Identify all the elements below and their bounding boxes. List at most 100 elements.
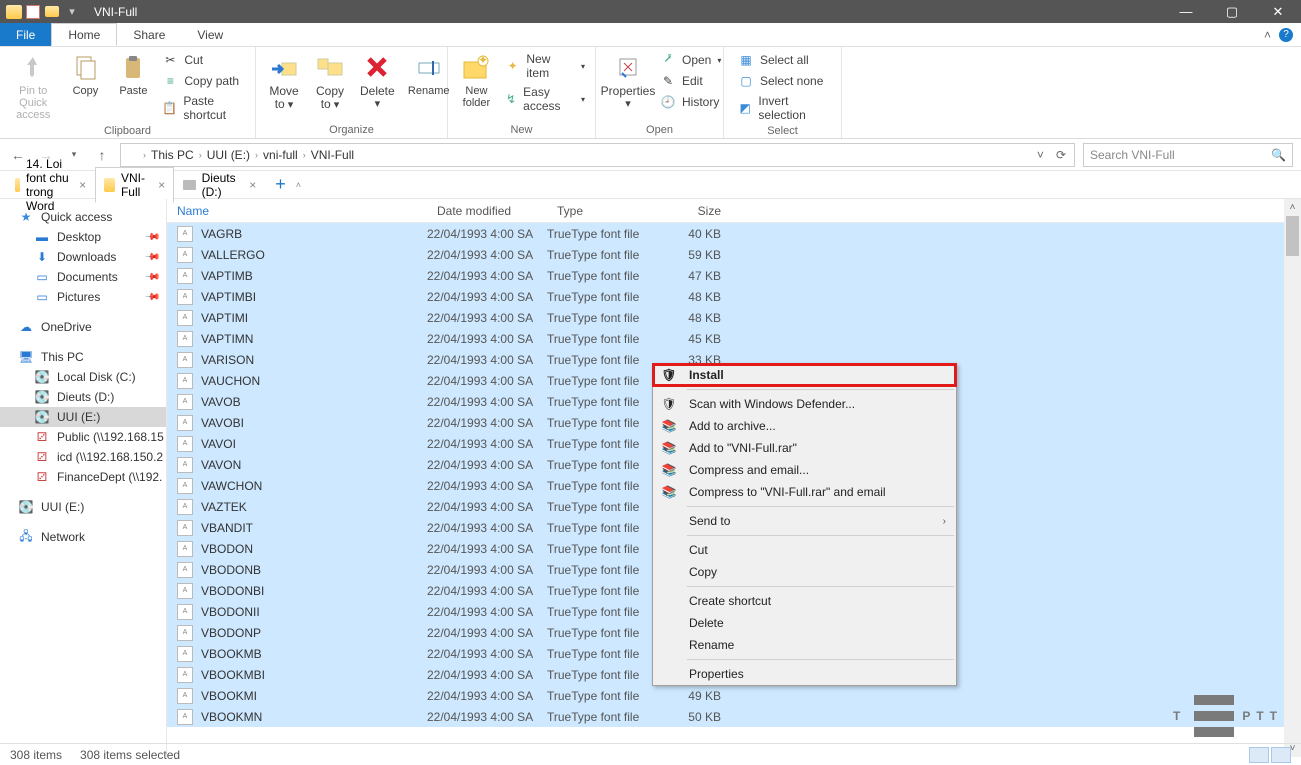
nav-onedrive[interactable]: ☁OneDrive	[0, 317, 166, 337]
ctx-compress-email[interactable]: 📚Compress and email...	[653, 459, 956, 481]
copy-button[interactable]: Copy	[62, 49, 108, 99]
file-row[interactable]: AVBOOKMI22/04/1993 4:00 SATrueType font …	[167, 685, 1301, 706]
ctx-properties[interactable]: Properties	[653, 663, 956, 685]
qat-newfolder-icon[interactable]	[44, 4, 60, 20]
search-icon[interactable]: 🔍	[1271, 148, 1286, 162]
ctx-install[interactable]: 🛡Install	[653, 364, 956, 386]
file-type: TrueType font file	[547, 458, 665, 472]
refresh-icon[interactable]: ⟳	[1052, 148, 1070, 162]
details-view-button[interactable]	[1249, 747, 1269, 763]
tab-sort-icon[interactable]: ˄	[296, 180, 1301, 190]
tab-view[interactable]: View	[181, 23, 239, 46]
file-row[interactable]: AVAGRB22/04/1993 4:00 SATrueType font fi…	[167, 223, 1301, 244]
thumbnails-view-button[interactable]	[1271, 747, 1291, 763]
nav-uui[interactable]: 💽UUI (E:)	[0, 407, 166, 427]
close-tab-icon[interactable]: ×	[79, 178, 86, 192]
file-size: 59 KB	[665, 248, 735, 262]
breadcrumb-item[interactable]: vni-full	[260, 148, 301, 162]
ribbon-tabs: File Home Share View ˄ ?	[0, 23, 1301, 47]
maximize-button[interactable]: ▢	[1209, 0, 1255, 23]
ctx-create-shortcut[interactable]: Create shortcut	[653, 590, 956, 612]
edit-button: ✎Edit	[656, 72, 725, 90]
close-button[interactable]: ✕	[1255, 0, 1301, 23]
qat-properties-icon[interactable]	[26, 5, 40, 19]
select-none-button[interactable]: ▢Select none	[734, 72, 835, 90]
breadcrumb-item[interactable]: UUI (E:)	[204, 148, 253, 162]
ribbon-collapse-icon[interactable]: ˄	[1264, 28, 1271, 42]
close-tab-icon[interactable]: ×	[249, 178, 256, 192]
nav-desktop[interactable]: ▬Desktop📌	[0, 227, 166, 247]
help-icon[interactable]: ?	[1279, 28, 1293, 42]
file-date: 22/04/1993 4:00 SA	[427, 311, 547, 325]
cut-button[interactable]: ✂Cut	[158, 51, 249, 69]
select-all-button[interactable]: ▦Select all	[734, 51, 835, 69]
nav-quickaccess[interactable]: ★Quick access	[0, 207, 166, 227]
nav-dieuts[interactable]: 💽Dieuts (D:)	[0, 387, 166, 407]
rename-button[interactable]: Rename	[403, 49, 455, 99]
col-type[interactable]: Type	[547, 204, 665, 218]
ctx-send-to[interactable]: Send to›	[653, 510, 956, 532]
open-button[interactable]: ⭷Open ▾	[656, 51, 725, 69]
ctx-scan-defender[interactable]: 🛡Scan with Windows Defender...	[653, 393, 956, 415]
file-row[interactable]: AVAPTIMBI22/04/1993 4:00 SATrueType font…	[167, 286, 1301, 307]
easy-access-button[interactable]: ↯Easy access ▾	[501, 84, 589, 114]
col-size[interactable]: Size	[665, 204, 735, 218]
copy-path-button[interactable]: ≡Copy path	[158, 72, 249, 90]
nav-documents[interactable]: ▭Documents📌	[0, 267, 166, 287]
ctx-rename[interactable]: Rename	[653, 634, 956, 656]
invert-selection-button[interactable]: ◩Invert selection	[734, 93, 835, 123]
address-bar[interactable]: › This PC› UUI (E:)› vni-full› VNI-Full …	[120, 143, 1075, 167]
ctx-delete[interactable]: Delete	[653, 612, 956, 634]
nav-network[interactable]: 🖧Network	[0, 527, 166, 547]
col-name[interactable]: Name	[167, 204, 427, 218]
nav-downloads[interactable]: ⬇Downloads📌	[0, 247, 166, 267]
nav-finance[interactable]: ⚂FinanceDept (\\192.	[0, 467, 166, 487]
file-row[interactable]: AVAPTIMB22/04/1993 4:00 SATrueType font …	[167, 265, 1301, 286]
nav-uui-2[interactable]: 💽UUI (E:)	[0, 497, 166, 517]
file-row[interactable]: AVBOOKMN22/04/1993 4:00 SATrueType font …	[167, 706, 1301, 727]
add-tab-button[interactable]: +	[265, 174, 296, 195]
file-size: 49 KB	[665, 689, 735, 703]
delete-button[interactable]: Delete▾	[354, 49, 401, 112]
ribbon: Pin to Quick access Copy Paste ✂Cut ≡Cop…	[0, 47, 1301, 139]
paste-button[interactable]: Paste	[110, 49, 156, 99]
tab-file[interactable]: File	[0, 23, 51, 46]
copy-to-button[interactable]: Copy to ▾	[308, 49, 352, 113]
ctx-add-rar[interactable]: 📚Add to "VNI-Full.rar"	[653, 437, 956, 459]
breadcrumb-item[interactable]: This PC	[148, 148, 197, 162]
ctx-compress-rar-email[interactable]: 📚Compress to "VNI-Full.rar" and email	[653, 481, 956, 503]
nav-public[interactable]: ⚂Public (\\192.168.15	[0, 427, 166, 447]
qat-dropdown-icon[interactable]: ▾	[64, 4, 80, 20]
file-row[interactable]: AVAPTIMN22/04/1993 4:00 SATrueType font …	[167, 328, 1301, 349]
ctx-add-archive[interactable]: 📚Add to archive...	[653, 415, 956, 437]
ctx-cut[interactable]: Cut	[653, 539, 956, 561]
search-input[interactable]: Search VNI-Full 🔍	[1083, 143, 1293, 167]
nav-thispc[interactable]: 🖥This PC	[0, 347, 166, 367]
address-dropdown-icon[interactable]: ˅	[1031, 148, 1050, 162]
close-tab-icon[interactable]: ×	[158, 178, 165, 192]
scroll-thumb[interactable]	[1286, 216, 1299, 256]
file-row[interactable]: AVALLERGO22/04/1993 4:00 SATrueType font…	[167, 244, 1301, 265]
folder-icon	[15, 178, 20, 192]
breadcrumb-item[interactable]: VNI-Full	[308, 148, 357, 162]
move-to-button[interactable]: Move to ▾	[262, 49, 306, 113]
font-file-icon: A	[177, 478, 193, 494]
ctx-copy[interactable]: Copy	[653, 561, 956, 583]
folder-tab[interactable]: VNI-Full ×	[95, 167, 174, 203]
tab-share[interactable]: Share	[117, 23, 181, 46]
col-date[interactable]: Date modified	[427, 204, 547, 218]
file-row[interactable]: AVAPTIMI22/04/1993 4:00 SATrueType font …	[167, 307, 1301, 328]
folder-tab[interactable]: Dieuts (D:) ×	[174, 167, 265, 203]
properties-button[interactable]: Properties▾	[602, 49, 654, 112]
scroll-up-icon[interactable]: ˄	[1284, 199, 1301, 216]
nav-pictures[interactable]: ▭Pictures📌	[0, 287, 166, 307]
new-item-button[interactable]: ✦New item ▾	[501, 51, 589, 81]
minimize-button[interactable]: ―	[1163, 0, 1209, 23]
file-type: TrueType font file	[547, 521, 665, 535]
vertical-scrollbar[interactable]: ˄ ˅	[1284, 199, 1301, 757]
nav-localdisk[interactable]: 💽Local Disk (C:)	[0, 367, 166, 387]
tab-home[interactable]: Home	[51, 23, 117, 46]
file-date: 22/04/1993 4:00 SA	[427, 353, 547, 367]
nav-icd[interactable]: ⚂icd (\\192.168.150.2	[0, 447, 166, 467]
new-folder-button[interactable]: ✦ New folder	[454, 49, 499, 111]
